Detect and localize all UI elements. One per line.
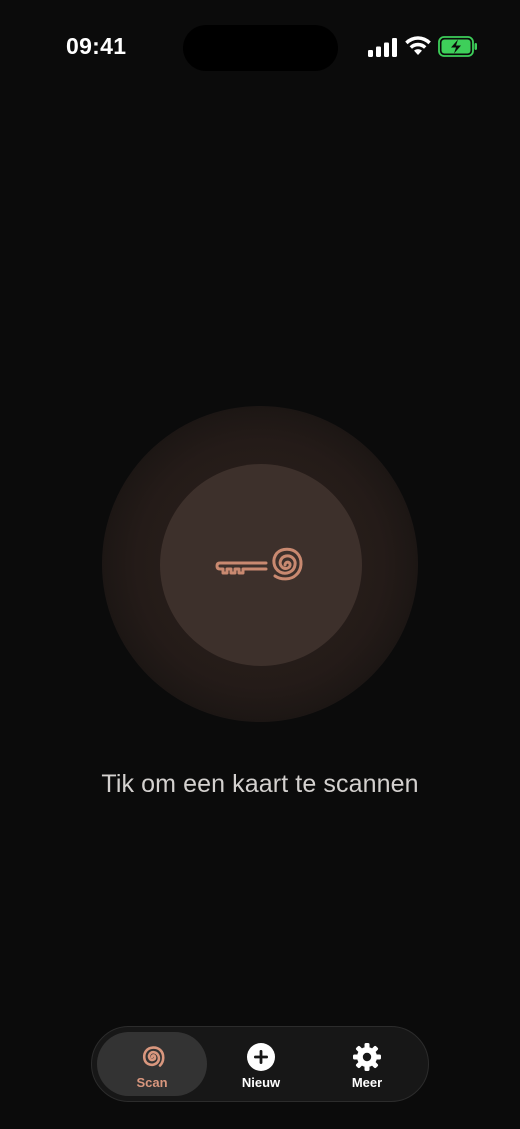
tab-more[interactable]: Meer	[312, 1032, 422, 1096]
plus-circle-icon	[247, 1043, 275, 1071]
battery-charging-icon	[438, 36, 477, 57]
scan-area	[102, 406, 418, 722]
tab-scan[interactable]: Scan	[97, 1032, 207, 1096]
scan-hint: Tik om een kaart te scannen	[101, 770, 419, 798]
tab-new-label: Nieuw	[241, 1075, 281, 1090]
dynamic-island	[183, 25, 338, 71]
tab-bar: Scan Nieuw Meer	[91, 1026, 429, 1102]
tab-more-label: Meer	[351, 1075, 383, 1090]
tab-scan-label: Scan	[136, 1075, 168, 1090]
gear-icon	[353, 1043, 381, 1071]
spiral-icon	[142, 1046, 165, 1067]
cellular-signal-icon	[368, 38, 397, 57]
tab-new[interactable]: Nieuw	[206, 1032, 316, 1096]
status-time: 09:41	[66, 33, 127, 59]
wifi-icon	[405, 36, 431, 55]
key-spiral-icon	[215, 547, 303, 581]
scan-card-button[interactable]	[160, 464, 362, 666]
status-bar: 09:41	[0, 0, 520, 96]
